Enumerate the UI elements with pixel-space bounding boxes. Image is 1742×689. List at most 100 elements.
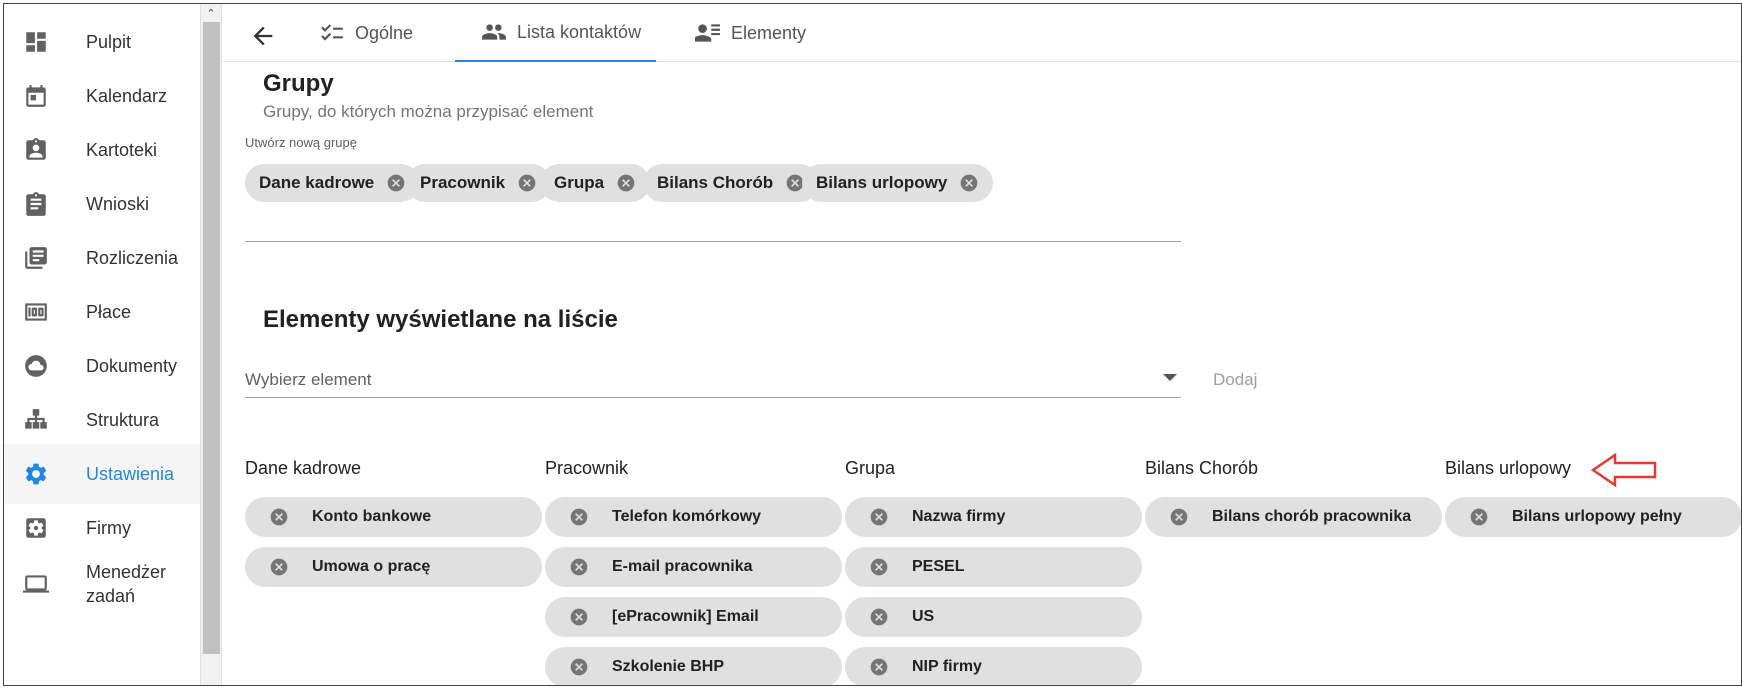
column-header: Grupa xyxy=(845,458,896,478)
chip-label: [ePracownik] Email xyxy=(612,608,759,625)
contact-card-icon xyxy=(22,136,50,164)
element-select[interactable]: Wybierz element xyxy=(245,360,1181,398)
chip-remove-icon[interactable] xyxy=(869,507,889,527)
new-group-label: Utwórz nową grupę xyxy=(245,135,357,150)
chip-remove-icon[interactable] xyxy=(869,657,889,677)
group-chip: Grupa xyxy=(540,164,651,202)
person-list-icon xyxy=(695,24,720,42)
chip-label: Bilans urlopowy xyxy=(816,173,948,192)
tab-label: Lista kontaktów xyxy=(517,21,642,42)
dashboard-icon xyxy=(22,28,50,56)
main-content: Ogólne Lista kontaktów Elementy Grupy Gr… xyxy=(223,4,1741,685)
element-chip: PESEL xyxy=(845,547,1142,587)
annotation-arrow-icon xyxy=(1591,452,1657,488)
chevron-down-icon xyxy=(1163,374,1177,381)
element-chip: Telefon komórkowy xyxy=(545,497,842,537)
sidebar-item-label: Menedżer zadań xyxy=(86,562,167,606)
laptop-icon xyxy=(22,570,50,598)
chip-remove-icon[interactable] xyxy=(517,173,537,193)
groups-title: Grupy xyxy=(263,70,334,97)
scroll-thumb[interactable] xyxy=(203,22,220,654)
sidebar-item-firmy[interactable]: Firmy xyxy=(4,498,200,558)
chip-label: Telefon komórkowy xyxy=(612,508,762,525)
chip-remove-icon[interactable] xyxy=(569,607,589,627)
element-chip: [ePracownik] Email xyxy=(545,597,842,637)
sidebar-item-place[interactable]: Płace xyxy=(4,282,200,342)
chip-remove-icon[interactable] xyxy=(1469,507,1489,527)
sidebar-scrollbar[interactable]: ⌃ xyxy=(200,4,222,685)
chip-label: Umowa o pracę xyxy=(312,558,431,575)
select-placeholder: Wybierz element xyxy=(245,370,372,389)
column-header: Pracownik xyxy=(545,458,629,478)
sidebar-item-struktura[interactable]: Struktura xyxy=(4,390,200,450)
add-button[interactable]: Dodaj xyxy=(1213,370,1257,390)
chip-remove-icon[interactable] xyxy=(269,557,289,577)
column-header: Dane kadrowe xyxy=(245,458,362,478)
element-chip: Nazwa firmy xyxy=(845,497,1142,537)
settings-box-icon xyxy=(22,514,50,542)
people-icon xyxy=(482,24,506,40)
org-chart-icon xyxy=(22,406,50,434)
chip-remove-icon[interactable] xyxy=(869,607,889,627)
chip-label: Grupa xyxy=(554,173,605,192)
chip-remove-icon[interactable] xyxy=(869,557,889,577)
chip-remove-icon[interactable] xyxy=(959,173,979,193)
chip-label: Dane kadrowe xyxy=(259,173,375,192)
chip-label: Bilans chorób pracownika xyxy=(1212,508,1412,525)
sidebar-item-wnioski[interactable]: Wnioski xyxy=(4,174,200,234)
group-chip: Pracownik xyxy=(406,164,552,202)
chip-remove-icon[interactable] xyxy=(569,557,589,577)
group-chip: Bilans Chorób xyxy=(643,164,820,202)
sidebar-item-label: Rozliczenia xyxy=(86,248,179,268)
chip-label: Pracownik xyxy=(420,173,506,192)
group-chip: Dane kadrowe xyxy=(245,164,421,202)
gear-icon xyxy=(22,460,50,488)
sidebar-item-ustawienia[interactable]: Ustawienia xyxy=(4,444,200,504)
chip-label: NIP firmy xyxy=(912,658,982,675)
scroll-up-arrow[interactable]: ⌃ xyxy=(201,4,221,22)
sidebar-item-label: Ustawienia xyxy=(86,464,175,484)
sidebar-item-label: Kalendarz xyxy=(86,86,168,106)
groups-subtitle: Grupy, do których można przypisać elemen… xyxy=(263,102,594,121)
sidebar-item-pulpit[interactable]: Pulpit xyxy=(4,12,200,72)
calendar-icon xyxy=(22,82,50,110)
sidebar-item-label: Wnioski xyxy=(86,194,150,214)
sidebar-item-label: Płace xyxy=(86,302,132,322)
sidebar-item-label: Firmy xyxy=(86,518,131,538)
chip-remove-icon[interactable] xyxy=(1169,507,1189,527)
element-chip: Szkolenie BHP xyxy=(545,647,842,685)
new-group-input-underline[interactable] xyxy=(245,241,1181,242)
chip-remove-icon[interactable] xyxy=(386,173,406,193)
column-header: Bilans urlopowy xyxy=(1445,458,1572,478)
chip-remove-icon[interactable] xyxy=(569,657,589,677)
cloud-icon xyxy=(22,352,50,380)
chip-label: Nazwa firmy xyxy=(912,508,1006,525)
library-books-icon xyxy=(22,244,50,272)
element-chip: Konto bankowe xyxy=(245,497,542,537)
sidebar-item-rozliczenia[interactable]: Rozliczenia xyxy=(4,228,200,288)
arrow-left-icon xyxy=(253,26,273,46)
sidebar-item-menedzer-zadan[interactable]: Menedżer zadań xyxy=(4,552,200,616)
back-button[interactable] xyxy=(249,22,277,50)
tab-ogolne[interactable]: Ogólne xyxy=(319,4,459,62)
tab-elementy[interactable]: Elementy xyxy=(695,4,835,62)
chip-remove-icon[interactable] xyxy=(269,507,289,527)
tab-lista-kontaktow[interactable]: Lista kontaktów xyxy=(455,4,656,62)
checklist-icon xyxy=(321,24,343,41)
sidebar-item-label: Pulpit xyxy=(86,32,132,52)
element-chip: US xyxy=(845,597,1142,637)
chip-remove-icon[interactable] xyxy=(569,507,589,527)
sidebar-item-label: Dokumenty xyxy=(86,356,178,376)
element-chip: NIP firmy xyxy=(845,647,1142,685)
sidebar-item-label: Kartoteki xyxy=(86,140,158,160)
elements-title: Elementy wyświetlane na liście xyxy=(263,306,618,333)
chip-label: Bilans urlopowy pełny xyxy=(1512,508,1682,525)
sidebar-item-kalendarz[interactable]: Kalendarz xyxy=(4,66,200,126)
sidebar-item-dokumenty[interactable]: Dokumenty xyxy=(4,336,200,396)
element-chip: Bilans urlopowy pełny xyxy=(1445,497,1741,537)
chip-remove-icon[interactable] xyxy=(616,173,636,193)
clipboard-icon xyxy=(22,190,50,218)
sidebar-item-label: Struktura xyxy=(86,410,160,430)
group-chip: Bilans urlopowy xyxy=(802,164,994,202)
sidebar-item-kartoteki[interactable]: Kartoteki xyxy=(4,120,200,180)
